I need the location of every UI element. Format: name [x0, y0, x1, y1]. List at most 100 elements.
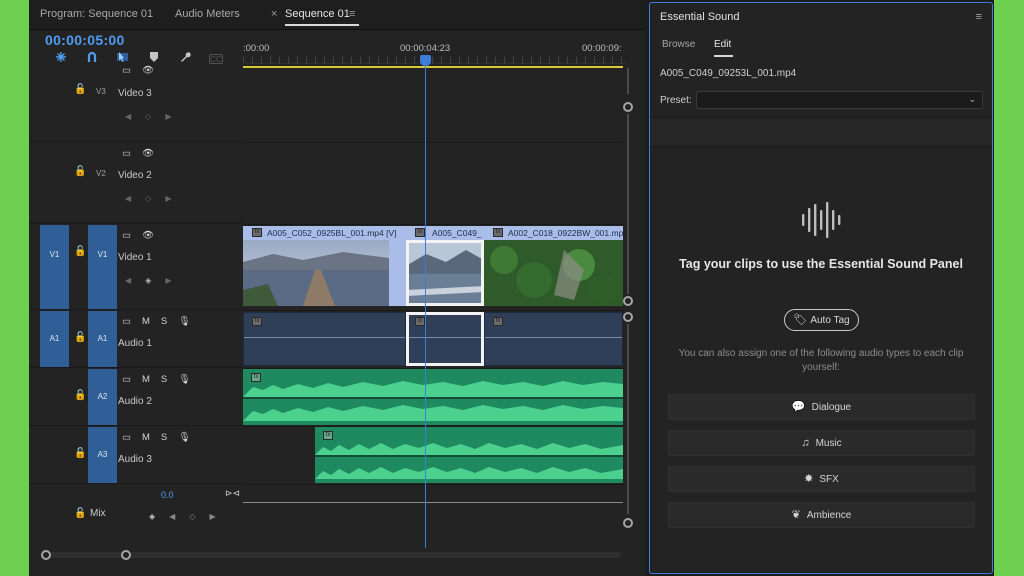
- audio-clip-music[interactable]: fx: [243, 369, 623, 425]
- target-track-a1[interactable]: A1: [88, 311, 117, 367]
- target-track-a2[interactable]: A2: [88, 369, 117, 425]
- lock-icon[interactable]: 🔓: [74, 84, 86, 95]
- keyframe-icon[interactable]: ◇: [189, 512, 195, 521]
- lock-icon[interactable]: 🔓: [74, 166, 86, 177]
- track-name: Video 2: [118, 170, 152, 181]
- prev-keyframe-icon[interactable]: ◀: [125, 194, 131, 203]
- active-tab-indicator: [714, 55, 733, 57]
- keyframe-add-icon[interactable]: ◈: [149, 512, 155, 521]
- mix-volume-value[interactable]: 0.0: [161, 490, 174, 500]
- toggle-sync-lock-icon[interactable]: ▭: [122, 316, 131, 327]
- timeline-vertical-scrollbar[interactable]: [623, 68, 633, 548]
- vscroll-knob-video-bottom[interactable]: [623, 296, 633, 306]
- source-patch-a1[interactable]: A1: [40, 311, 69, 367]
- microphone-icon[interactable]: 🎙: [178, 316, 190, 327]
- prev-keyframe-icon[interactable]: ◀: [169, 512, 175, 521]
- keyframe-icon[interactable]: ◈: [145, 276, 151, 285]
- snap-icon[interactable]: [45, 51, 76, 67]
- prev-keyframe-icon[interactable]: ◀: [125, 276, 131, 285]
- time-ruler[interactable]: :00:00 00:00:04:23 00:00:09:: [243, 32, 627, 68]
- panel-title: Essential Sound: [660, 11, 740, 23]
- microphone-icon[interactable]: 🎙: [178, 374, 190, 385]
- sfx-label: SFX: [819, 474, 839, 485]
- video-clip[interactable]: A002_C018_0922BW_001.mp fx: [484, 226, 623, 306]
- track-header-v2: ▭ 👁 🔓 V2 Video 2 ◀ ◇ ▶: [29, 142, 243, 224]
- sfx-button[interactable]: ✸ SFX: [668, 466, 975, 492]
- fx-badge: fx: [415, 228, 425, 237]
- vscroll-knob-audio-bottom[interactable]: [623, 518, 633, 528]
- music-button[interactable]: ♫ Music: [668, 430, 975, 456]
- tab-menu-icon[interactable]: ≡: [349, 8, 355, 20]
- toggle-sync-lock-icon[interactable]: ▭: [122, 65, 131, 76]
- mute-button[interactable]: M: [142, 374, 150, 385]
- next-keyframe-icon[interactable]: ▶: [165, 194, 171, 203]
- next-keyframe-icon[interactable]: ▶: [165, 276, 171, 285]
- selected-clip-filename: A005_C049_09253L_001.mp4: [660, 68, 797, 79]
- auto-tag-button[interactable]: 🏷 Auto Tag: [784, 309, 859, 331]
- tab-audio-meters[interactable]: Audio Meters: [175, 8, 240, 20]
- auto-tag-icon: 🏷: [793, 314, 808, 326]
- timecode-display[interactable]: 00:00:05:00: [45, 32, 125, 48]
- lock-icon[interactable]: 🔓: [74, 332, 86, 343]
- preset-dropdown[interactable]: ⌄: [696, 91, 983, 109]
- tab-edit[interactable]: Edit: [714, 39, 731, 50]
- eye-icon[interactable]: 👁: [142, 230, 154, 241]
- next-keyframe-icon[interactable]: ▶: [165, 112, 171, 121]
- audio-clip-music[interactable]: fx: [315, 427, 623, 483]
- mute-button[interactable]: M: [142, 316, 150, 327]
- panel-menu-icon[interactable]: ≡: [976, 11, 982, 23]
- playhead-handle[interactable]: [420, 55, 431, 66]
- tab-browse[interactable]: Browse: [662, 39, 695, 50]
- track-name: Audio 3: [118, 454, 152, 465]
- dialogue-button[interactable]: 💬 Dialogue: [668, 394, 975, 420]
- selected-audio-clip-outline: [406, 312, 484, 366]
- tab-sequence[interactable]: Sequence 01: [285, 8, 350, 20]
- mix-volume-line: [243, 502, 623, 503]
- close-tab-icon[interactable]: ×: [271, 8, 277, 20]
- playhead-line[interactable]: [425, 60, 426, 548]
- ambience-button[interactable]: ❦ Ambience: [668, 502, 975, 528]
- solo-button[interactable]: S: [161, 432, 167, 443]
- timeline-horizontal-scrollbar[interactable]: [41, 548, 621, 562]
- lock-icon[interactable]: 🔓: [74, 246, 86, 257]
- selected-video-clip-outline: [406, 240, 484, 306]
- vscroll-knob-audio[interactable]: [623, 312, 633, 322]
- vscroll-knob-video[interactable]: [623, 102, 633, 112]
- captions-icon[interactable]: CC: [209, 54, 223, 64]
- go-to-next-edit-icon[interactable]: ⊳⊲: [225, 488, 240, 499]
- eye-icon[interactable]: 👁: [142, 148, 154, 159]
- toggle-sync-lock-icon[interactable]: ▭: [122, 230, 131, 241]
- lock-icon[interactable]: 🔓: [74, 390, 86, 401]
- lock-icon[interactable]: 🔓: [74, 448, 86, 459]
- eye-icon[interactable]: 👁: [142, 65, 154, 76]
- hscroll-knob-right[interactable]: [121, 550, 131, 560]
- solo-button[interactable]: S: [161, 374, 167, 385]
- wrench-icon[interactable]: [169, 51, 200, 67]
- audio-clip[interactable]: fx: [484, 312, 623, 366]
- target-track-a3[interactable]: A3: [88, 427, 117, 483]
- target-track-v1[interactable]: V1: [88, 225, 117, 309]
- solo-button[interactable]: S: [161, 316, 167, 327]
- mute-button[interactable]: M: [142, 432, 150, 443]
- hscroll-knob-left[interactable]: [41, 550, 51, 560]
- microphone-icon[interactable]: 🎙: [178, 432, 190, 443]
- toggle-sync-lock-icon[interactable]: ▭: [122, 374, 131, 385]
- tracks-area[interactable]: A005_C052_0925BL_001.mp4 [V] fx A005_C04…: [243, 68, 623, 544]
- source-patch-v1[interactable]: V1: [40, 225, 69, 309]
- next-keyframe-icon[interactable]: ▶: [209, 512, 215, 521]
- prev-keyframe-icon[interactable]: ◀: [125, 112, 131, 121]
- linked-selection-icon[interactable]: [76, 51, 107, 67]
- fx-badge: fx: [252, 317, 262, 326]
- clip-thumbnail-lake-pier: [243, 240, 389, 306]
- video-clip[interactable]: A005_C052_0925BL_001.mp4 [V] fx: [243, 226, 406, 306]
- lock-icon[interactable]: 🔓: [74, 508, 86, 519]
- waveform: [315, 443, 623, 479]
- chevron-down-icon: ⌄: [968, 94, 976, 104]
- ruler-label-start: :00:00: [243, 43, 270, 54]
- toggle-sync-lock-icon[interactable]: ▭: [122, 432, 131, 443]
- tab-program-monitor[interactable]: Program: Sequence 01: [40, 8, 153, 20]
- toggle-sync-lock-icon[interactable]: ▭: [122, 148, 131, 159]
- keyframe-icon[interactable]: ◇: [145, 112, 151, 121]
- keyframe-icon[interactable]: ◇: [145, 194, 151, 203]
- audio-clip[interactable]: fx: [243, 312, 406, 366]
